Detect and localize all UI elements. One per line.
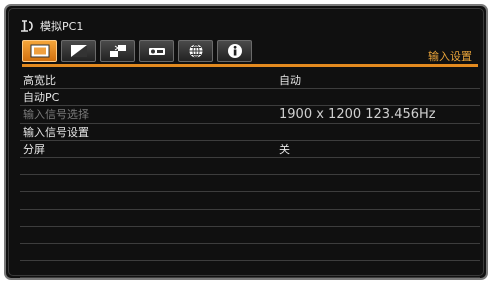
globe-icon xyxy=(189,44,202,58)
row-label: 分屏 xyxy=(23,142,45,156)
empty-row xyxy=(20,192,480,210)
settings-list: 高宽比 自动 自动PC 输入信号选择 1900 x 1200 123.456Hz… xyxy=(20,72,480,278)
empty-row xyxy=(20,175,480,193)
empty-row xyxy=(20,244,480,262)
tab-adjust[interactable] xyxy=(61,40,96,62)
row-aspect[interactable]: 高宽比 自动 xyxy=(20,72,480,90)
osd-menu: 模拟PC1 输入设置 高宽比 自动 自动PC 输入信号选择 1900 x 120… xyxy=(4,4,488,280)
row-auto-pc[interactable]: 自动PC xyxy=(20,89,480,107)
row-label: 输入信号设置 xyxy=(23,125,89,139)
picture-icon xyxy=(30,44,49,58)
row-label: 高宽比 xyxy=(23,74,56,88)
row-split-screen[interactable]: 分屏 关 xyxy=(20,141,480,158)
analog-pc-input-icon xyxy=(21,20,33,32)
tab-underline xyxy=(22,64,478,67)
tab-bar xyxy=(22,40,478,66)
title-bar: 模拟PC1 xyxy=(20,19,83,33)
source-name: 模拟PC1 xyxy=(40,20,84,33)
row-value: 1900 x 1200 123.456Hz xyxy=(279,106,436,122)
empty-row xyxy=(20,261,480,278)
install-icon xyxy=(109,45,126,57)
empty-row xyxy=(20,210,480,227)
empty-row xyxy=(20,158,480,176)
empty-row xyxy=(20,227,480,244)
row-value: 自动 xyxy=(279,74,301,88)
projector-icon xyxy=(148,48,165,55)
info-icon xyxy=(227,44,242,58)
tab-system[interactable] xyxy=(139,40,174,62)
row-input-signal-select: 输入信号选择 1900 x 1200 123.456Hz xyxy=(20,106,480,124)
row-value: 关 xyxy=(279,142,290,156)
tab-image[interactable] xyxy=(22,40,57,62)
contrast-icon xyxy=(70,45,87,57)
row-input-signal-settings[interactable]: 输入信号设置 xyxy=(20,124,480,141)
row-label: 自动PC xyxy=(23,91,60,105)
tab-install[interactable] xyxy=(100,40,135,62)
tab-info[interactable] xyxy=(217,40,252,62)
tab-network[interactable] xyxy=(178,40,213,62)
row-label: 输入信号选择 xyxy=(23,108,89,122)
